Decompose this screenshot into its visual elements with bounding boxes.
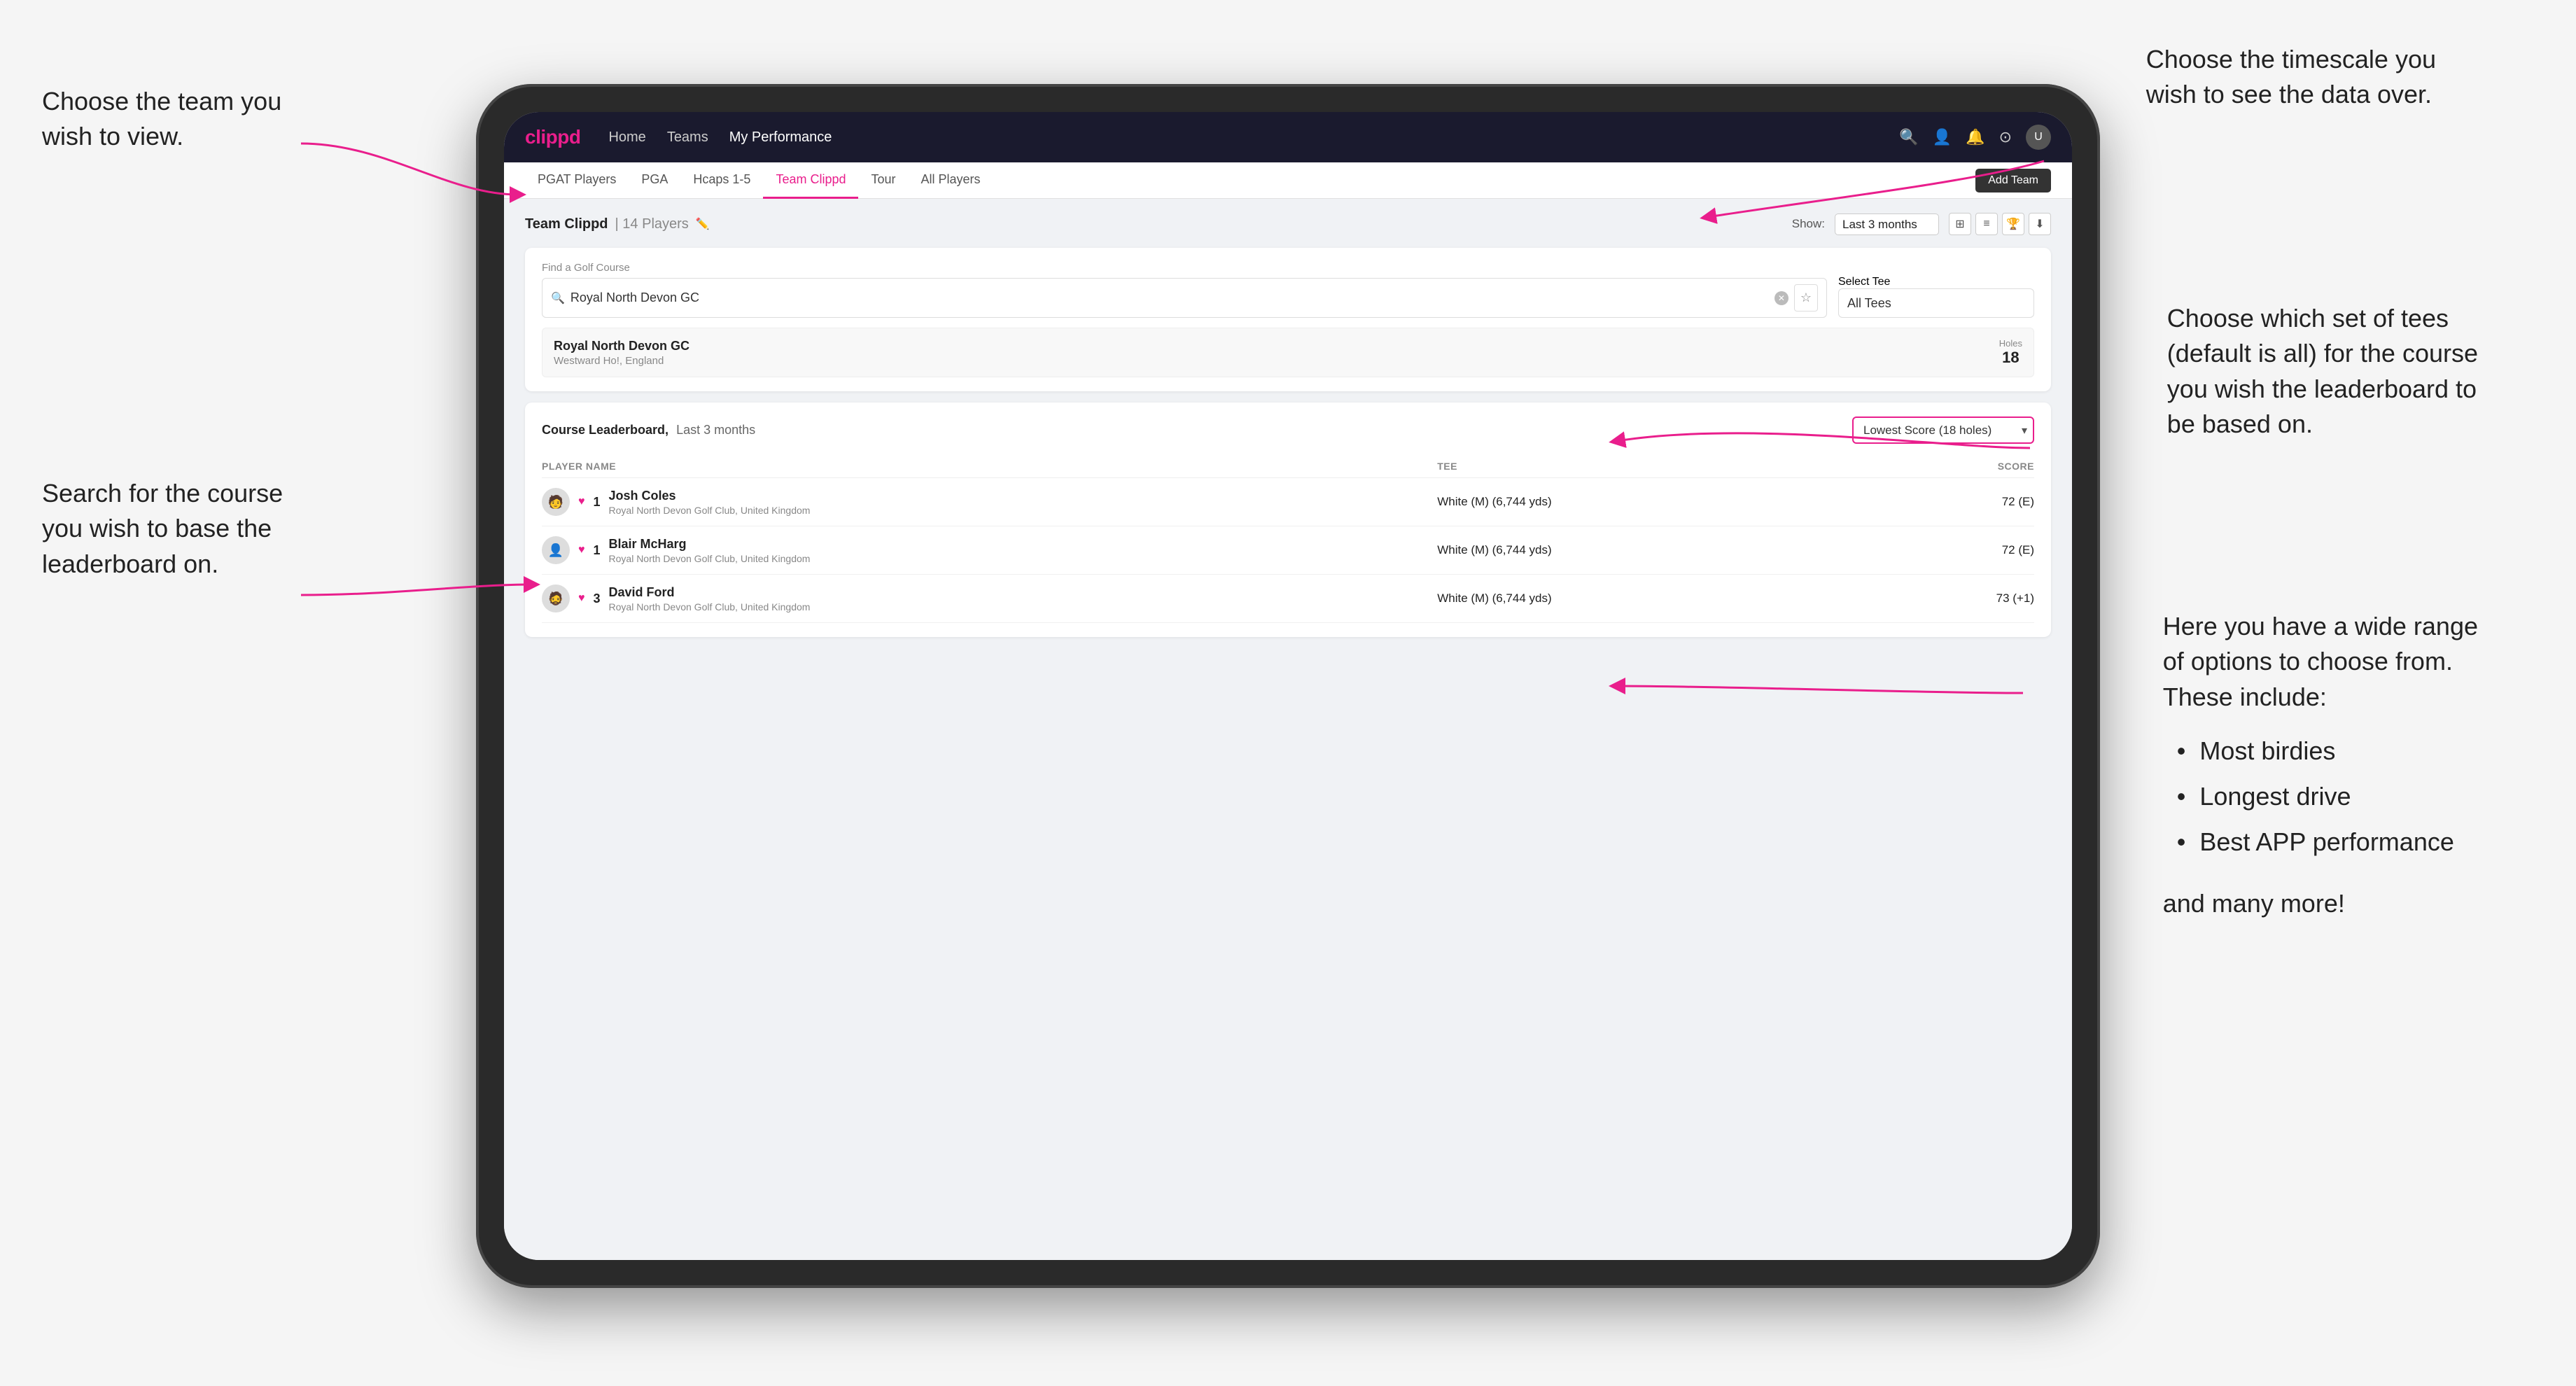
player-tee: White (M) (6,744 yds) [1437,575,1885,623]
settings-icon[interactable]: ⊙ [1999,128,2012,146]
player-score: 72 (E) [1885,526,2034,575]
annotation-timescale: Choose the timescale youwish to see the … [2146,42,2436,113]
subnav-item-tour[interactable]: Tour [858,162,908,199]
player-name: Blair McHarg [609,537,811,552]
subnav: PGAT Players PGA Hcaps 1-5 Team Clippd T… [504,162,2072,199]
grid-view-button[interactable]: ⊞ [1949,213,1971,235]
holes-label: Holes [1999,338,2022,349]
leaderboard-table: PLAYER NAME TEE SCORE 🧑 [542,455,2034,623]
player-rank: 1 [594,495,601,510]
tee-select[interactable]: All Tees White Tees Yellow Tees Red Tees [1838,288,2034,318]
player-club: Royal North Devon Golf Club, United King… [609,553,811,564]
score-type-wrapper: Lowest Score (18 holes) Most Birdies Lon… [1852,416,2034,444]
course-result: Royal North Devon GC Westward Ho!, Engla… [542,328,2034,377]
nav-my-performance[interactable]: My Performance [729,130,832,146]
show-select[interactable]: Last 3 months Last month Last 6 months T… [1835,214,1939,235]
col-tee: TEE [1437,455,1885,478]
leaderboard-title: Course Leaderboard, Last 3 months [542,423,755,438]
avatar[interactable]: U [2026,125,2051,150]
trophy-view-button[interactable]: 🏆 [2002,213,2024,235]
table-row: 🧑 ♥ 1 Josh Coles Royal North Devon Golf … [542,478,2034,526]
view-icons: ⊞ ≡ 🏆 ⬇ [1949,213,2051,235]
search-card: Find a Golf Course 🔍 ✕ ☆ Select Tee [525,248,2051,391]
add-team-button[interactable]: Add Team [1975,169,2051,192]
col-player: PLAYER NAME [542,455,1437,478]
subnav-item-team-clippd[interactable]: Team Clippd [763,162,858,199]
tablet-frame: clippd Home Teams My Performance 🔍 👤 🔔 ⊙… [476,84,2100,1288]
annotation-search: Search for the courseyou wish to base th… [42,476,283,582]
star-button[interactable]: ☆ [1794,284,1818,312]
avatar: 🧑 [542,488,570,516]
find-course-label: Find a Golf Course [542,262,1827,274]
player-score: 72 (E) [1885,478,2034,526]
player-score: 73 (+1) [1885,575,2034,623]
content-area: Team Clippd | 14 Players ✏️ Show: Last 3… [504,199,2072,1260]
leaderboard-header: Course Leaderboard, Last 3 months Lowest… [542,416,2034,444]
team-header-bar: Team Clippd | 14 Players ✏️ Show: Last 3… [525,213,2051,235]
score-type-select[interactable]: Lowest Score (18 holes) Most Birdies Lon… [1852,416,2034,444]
avatar: 🧔 [542,584,570,612]
team-name: Team Clippd [525,216,608,232]
course-location: Westward Ho!, England [554,355,690,367]
player-rank: 1 [594,543,601,558]
player-name: Josh Coles [609,489,811,503]
search-icon-input: 🔍 [551,291,565,305]
player-club: Royal North Devon Golf Club, United King… [609,601,811,612]
nav-icons: 🔍 👤 🔔 ⊙ U [1899,125,2051,150]
search-input[interactable] [570,290,1769,305]
annotation-team: Choose the team youwish to view. [42,84,281,155]
subnav-item-pgat[interactable]: PGAT Players [525,162,629,199]
edit-icon[interactable]: ✏️ [696,217,710,231]
team-controls: Show: Last 3 months Last month Last 6 mo… [1792,213,2051,235]
search-input-wrapper: 🔍 ✕ ☆ [542,278,1827,318]
avatar: 👤 [542,536,570,564]
notification-icon[interactable]: 🔔 [1966,128,1984,146]
holes-box: Holes 18 [1999,338,2022,367]
clear-search-button[interactable]: ✕ [1774,291,1788,305]
holes-value: 18 [1999,349,2022,367]
player-club: Royal North Devon Golf Club, United King… [609,505,811,516]
heart-icon[interactable]: ♥ [578,496,585,508]
download-button[interactable]: ⬇ [2029,213,2051,235]
search-icon[interactable]: 🔍 [1899,128,1918,146]
player-name: David Ford [609,585,811,600]
col-score: SCORE [1885,455,2034,478]
nav-home[interactable]: Home [608,130,645,146]
subnav-item-pga[interactable]: PGA [629,162,680,199]
list-view-button[interactable]: ≡ [1975,213,1998,235]
subnav-item-hcaps[interactable]: Hcaps 1-5 [680,162,763,199]
select-tee-label: Select Tee [1838,276,1890,288]
show-label: Show: [1792,217,1825,231]
team-title: Team Clippd | 14 Players ✏️ [525,216,710,232]
table-row: 👤 ♥ 1 Blair McHarg Royal North Devon Gol… [542,526,2034,575]
heart-icon[interactable]: ♥ [578,544,585,556]
annotation-options: Here you have a wide rangeof options to … [2163,609,2478,921]
nav-teams[interactable]: Teams [667,130,708,146]
course-name: Royal North Devon GC [554,339,690,354]
player-tee: White (M) (6,744 yds) [1437,526,1885,575]
tablet-screen: clippd Home Teams My Performance 🔍 👤 🔔 ⊙… [504,112,2072,1260]
brand-logo: clippd [525,126,580,148]
leaderboard-card: Course Leaderboard, Last 3 months Lowest… [525,402,2051,637]
player-rank: 3 [594,592,601,606]
subnav-item-all-players[interactable]: All Players [909,162,993,199]
navbar: clippd Home Teams My Performance 🔍 👤 🔔 ⊙… [504,112,2072,162]
table-row: 🧔 ♥ 3 David Ford Royal North Devon Golf … [542,575,2034,623]
nav-links: Home Teams My Performance [608,130,1871,146]
player-tee: White (M) (6,744 yds) [1437,478,1885,526]
team-count: | 14 Players [615,216,689,232]
annotation-tees: Choose which set of tees(default is all)… [2167,301,2478,442]
profile-icon[interactable]: 👤 [1933,128,1952,146]
heart-icon[interactable]: ♥ [578,592,585,605]
